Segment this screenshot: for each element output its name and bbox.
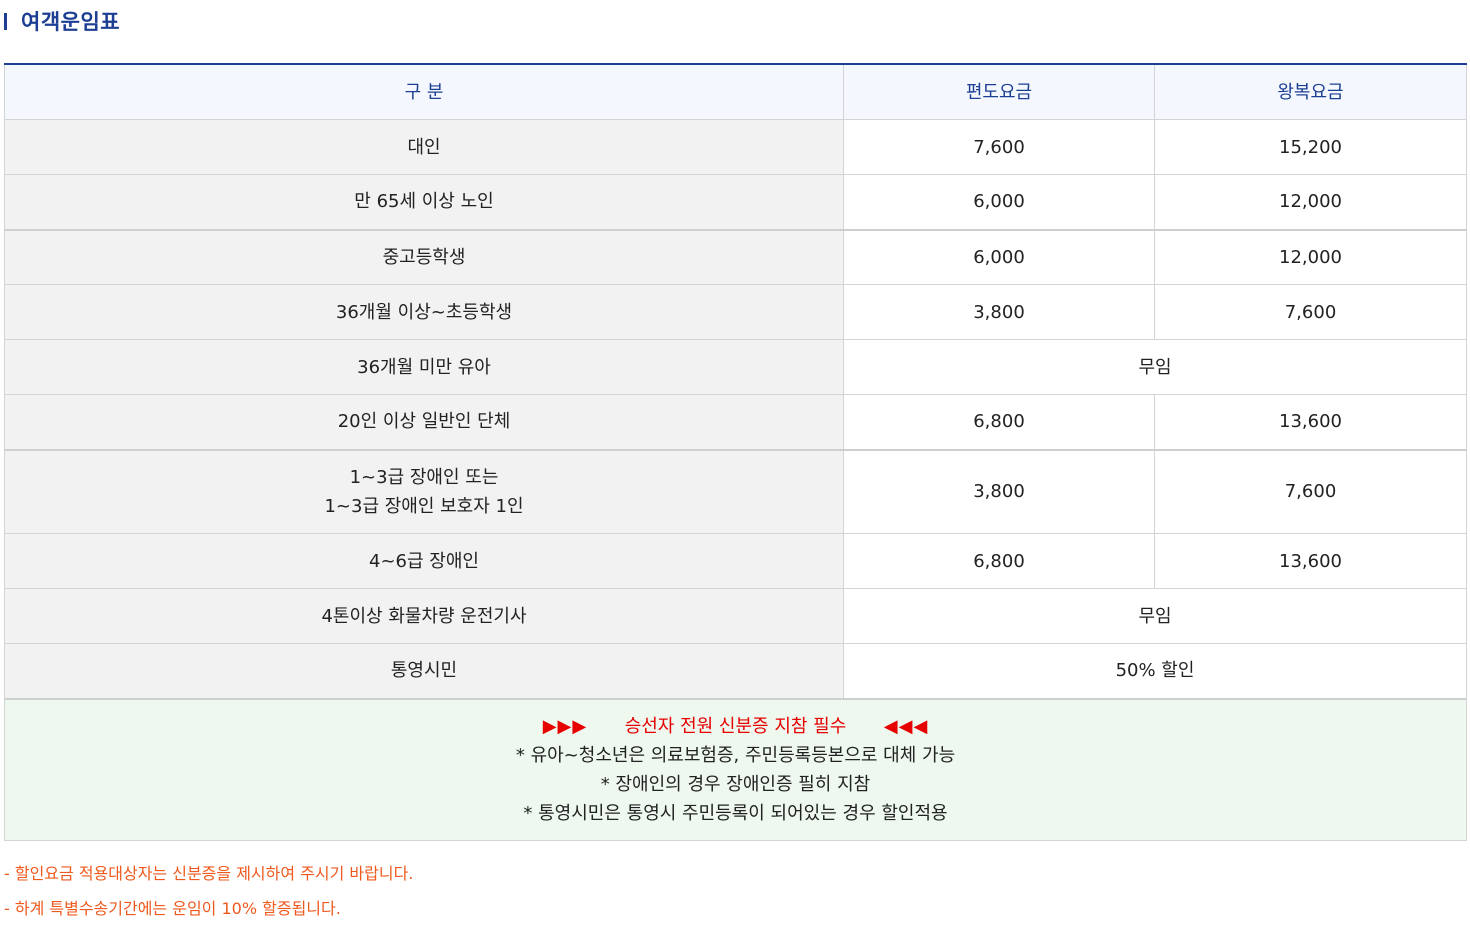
table-row: 20인 이상 일반인 단체 6,800 13,600: [4, 394, 1467, 451]
section-title: 여객운임표: [4, 6, 120, 36]
oneway-fare: 7,600: [843, 119, 1155, 175]
table-row: 만 65세 이상 노인 6,000 12,000: [4, 174, 1467, 231]
oneway-fare: 6,800: [843, 533, 1155, 589]
roundtrip-fare: 15,200: [1154, 119, 1467, 175]
table-row: 36개월 미만 유아 무임: [4, 339, 1467, 395]
roundtrip-fare: 12,000: [1154, 229, 1467, 285]
page-title: 여객운임표: [21, 10, 121, 34]
table-header-row: 구 분 편도요금 왕복요금: [4, 63, 1467, 120]
notice-line: * 장애인의 경우 장애인증 필히 지참: [600, 773, 871, 795]
row-label: 20인 이상 일반인 단체: [4, 394, 844, 451]
notice-row: ▶▶▶ 승선자 전원 신분증 지참 필수 ◀◀◀ * 유아~청소년은 의료보험증…: [4, 698, 1467, 841]
row-label-line: 1~3급 장애인 또는: [349, 466, 499, 488]
row-label: 대인: [4, 119, 844, 175]
notice-headline-text: 승선자 전원 신분증 지참 필수: [624, 715, 847, 737]
fare-table: 구 분 편도요금 왕복요금 대인 7,600 15,200 만 65세 이상 노…: [4, 63, 1467, 841]
arrow-right-icon: ▶▶▶: [542, 715, 588, 737]
oneway-fare: 6,800: [843, 394, 1155, 451]
oneway-fare: 6,000: [843, 229, 1155, 285]
row-label: 만 65세 이상 노인: [4, 174, 844, 231]
roundtrip-fare: 7,600: [1154, 284, 1467, 340]
header-roundtrip: 왕복요금: [1154, 63, 1467, 120]
table-row: 1~3급 장애인 또는 1~3급 장애인 보호자 1인 3,800 7,600: [4, 449, 1467, 534]
arrow-left-icon: ◀◀◀: [883, 715, 929, 737]
footnote-discount: - 할인요금 적용대상자는 신분증을 제시하여 주시기 바랍니다.: [4, 864, 414, 883]
table-row: 4톤이상 화물차량 운전기사 무임: [4, 588, 1467, 644]
row-label-line: 1~3급 장애인 보호자 1인: [324, 495, 524, 517]
row-label: 4톤이상 화물차량 운전기사: [4, 588, 844, 644]
table-row: 36개월 이상~초등학생 3,800 7,600: [4, 284, 1467, 340]
row-label: 36개월 이상~초등학생: [4, 284, 844, 340]
notice-box: ▶▶▶ 승선자 전원 신분증 지참 필수 ◀◀◀ * 유아~청소년은 의료보험증…: [4, 698, 1467, 841]
table-row: 대인 7,600 15,200: [4, 119, 1467, 175]
table-row: 중고등학생 6,000 12,000: [4, 229, 1467, 285]
merged-fare: 50% 할인: [843, 643, 1467, 700]
roundtrip-fare: 12,000: [1154, 174, 1467, 231]
oneway-fare: 6,000: [843, 174, 1155, 231]
row-label: 36개월 미만 유아: [4, 339, 844, 395]
roundtrip-fare: 13,600: [1154, 394, 1467, 451]
oneway-fare: 3,800: [843, 449, 1155, 534]
row-label: 통영시민: [4, 643, 844, 700]
oneway-fare: 3,800: [843, 284, 1155, 340]
merged-fare: 무임: [843, 339, 1467, 395]
table-row: 4~6급 장애인 6,800 13,600: [4, 533, 1467, 589]
roundtrip-fare: 13,600: [1154, 533, 1467, 589]
header-oneway: 편도요금: [843, 63, 1155, 120]
row-label: 1~3급 장애인 또는 1~3급 장애인 보호자 1인: [4, 449, 844, 534]
title-bar-icon: [4, 12, 7, 30]
footnote-surcharge: - 하계 특별수송기간에는 운임이 10% 할증됩니다.: [4, 899, 341, 918]
merged-fare: 무임: [843, 588, 1467, 644]
row-label: 중고등학생: [4, 229, 844, 285]
roundtrip-fare: 7,600: [1154, 449, 1467, 534]
row-label: 4~6급 장애인: [4, 533, 844, 589]
notice-line: * 통영시민은 통영시 주민등록이 되어있는 경우 할인적용: [523, 802, 948, 824]
table-row: 통영시민 50% 할인: [4, 643, 1467, 700]
header-category: 구 분: [4, 63, 844, 120]
notice-headline: ▶▶▶ 승선자 전원 신분증 지참 필수 ◀◀◀: [5, 712, 1466, 741]
notice-line: * 유아~청소년은 의료보험증, 주민등록등본으로 대체 가능: [515, 744, 956, 766]
